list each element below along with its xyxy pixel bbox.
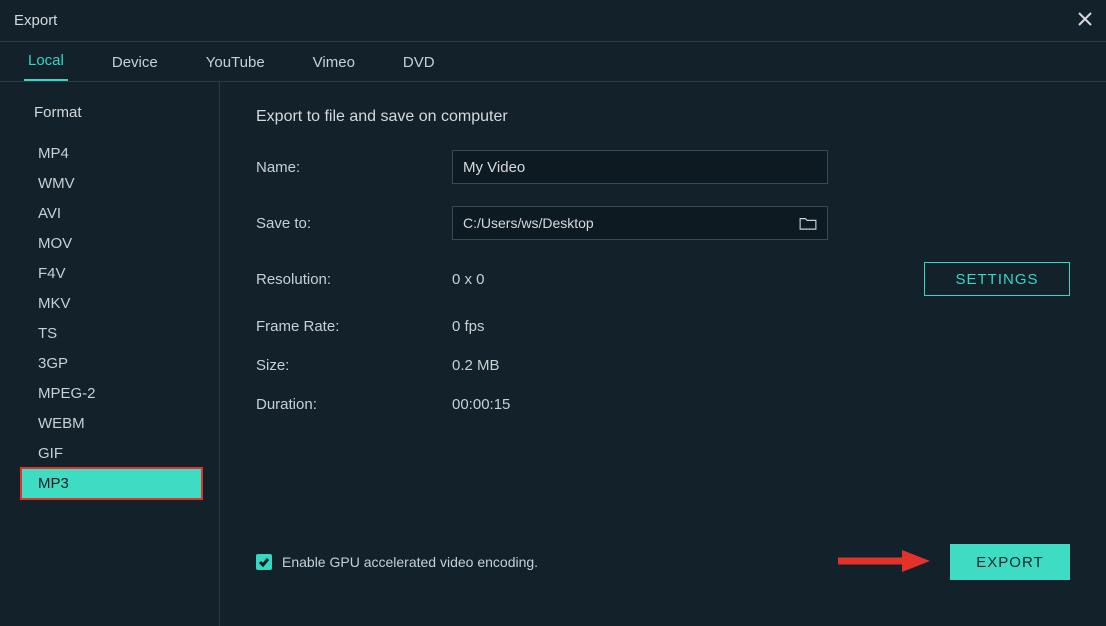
name-input[interactable]: [452, 150, 828, 184]
format-item-mkv[interactable]: MKV: [34, 289, 201, 318]
format-item-mp3[interactable]: MP3: [22, 469, 201, 498]
gpu-checkbox[interactable]: [256, 554, 272, 570]
annotation-arrow: [834, 548, 930, 574]
tab-device[interactable]: Device: [108, 44, 162, 81]
tab-dvd[interactable]: DVD: [399, 44, 439, 81]
duration-label: Duration:: [256, 396, 452, 413]
format-item-mp4[interactable]: MP4: [34, 139, 201, 168]
duration-value: 00:00:15: [452, 396, 510, 413]
close-icon: [1078, 12, 1092, 26]
name-label: Name:: [256, 159, 452, 176]
size-value: 0.2 MB: [452, 357, 500, 374]
framerate-value: 0 fps: [452, 318, 485, 335]
gpu-checkbox-wrap[interactable]: Enable GPU accelerated video encoding.: [256, 554, 538, 570]
saveto-value: C:/Users/ws/Desktop: [463, 215, 594, 231]
format-item-gif[interactable]: GIF: [34, 439, 201, 468]
format-item-ts[interactable]: TS: [34, 319, 201, 348]
window-title: Export: [14, 12, 57, 29]
resolution-label: Resolution:: [256, 271, 452, 288]
tab-youtube[interactable]: YouTube: [202, 44, 269, 81]
format-item-wmv[interactable]: WMV: [34, 169, 201, 198]
tab-vimeo[interactable]: Vimeo: [309, 44, 359, 81]
tab-local[interactable]: Local: [24, 42, 68, 81]
tabbar: Local Device YouTube Vimeo DVD: [0, 42, 1106, 82]
main-heading: Export to file and save on computer: [256, 108, 1070, 126]
saveto-label: Save to:: [256, 215, 452, 232]
saveto-field[interactable]: C:/Users/ws/Desktop: [452, 206, 828, 240]
format-item-avi[interactable]: AVI: [34, 199, 201, 228]
settings-button[interactable]: SETTINGS: [924, 262, 1070, 296]
footer: Enable GPU accelerated video encoding. E…: [256, 524, 1070, 616]
format-sidebar: Format MP4 WMV AVI MOV F4V MKV TS 3GP MP…: [0, 82, 220, 626]
folder-icon[interactable]: [799, 216, 817, 230]
format-item-mov[interactable]: MOV: [34, 229, 201, 258]
format-heading: Format: [34, 104, 201, 121]
format-item-f4v[interactable]: F4V: [34, 259, 201, 288]
framerate-label: Frame Rate:: [256, 318, 452, 335]
format-item-mpeg2[interactable]: MPEG-2: [34, 379, 201, 408]
export-button[interactable]: EXPORT: [950, 544, 1070, 580]
resolution-value: 0 x 0: [452, 271, 485, 288]
format-item-3gp[interactable]: 3GP: [34, 349, 201, 378]
close-button[interactable]: [1078, 12, 1092, 29]
arrow-icon: [834, 548, 930, 574]
check-icon: [258, 556, 270, 568]
titlebar: Export: [0, 0, 1106, 42]
main-panel: Export to file and save on computer Name…: [220, 82, 1106, 626]
gpu-label: Enable GPU accelerated video encoding.: [282, 554, 538, 570]
format-item-webm[interactable]: WEBM: [34, 409, 201, 438]
size-label: Size:: [256, 357, 452, 374]
